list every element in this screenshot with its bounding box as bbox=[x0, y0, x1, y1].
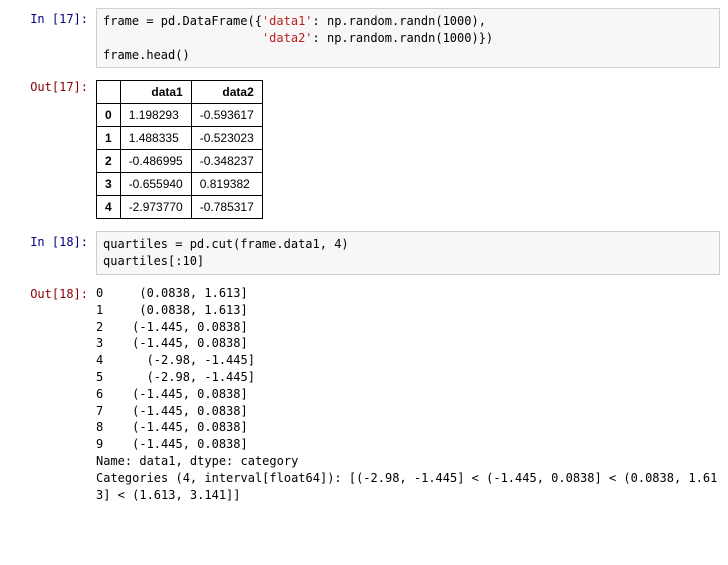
code-content-18: quartiles = pd.cut(frame.data1, 4) quart… bbox=[96, 231, 720, 275]
table-header: data1 bbox=[120, 81, 191, 104]
string-literal: 'data1' bbox=[262, 14, 313, 28]
cell-data1: -2.973770 bbox=[120, 196, 191, 219]
row-index: 0 bbox=[97, 104, 121, 127]
code-text: quartiles[:10] bbox=[103, 254, 204, 268]
cell-data2: 0.819382 bbox=[191, 173, 262, 196]
output-content-18: 0 (0.0838, 1.613] 1 (0.0838, 1.613] 2 (-… bbox=[96, 283, 720, 505]
code-text: : np.random.randn(1000), bbox=[313, 14, 486, 28]
table-row: 3 -0.655940 0.819382 bbox=[97, 173, 263, 196]
cell-data1: 1.488335 bbox=[120, 127, 191, 150]
code-input-17[interactable]: frame = pd.DataFrame({'data1': np.random… bbox=[96, 8, 720, 68]
table-header: data2 bbox=[191, 81, 262, 104]
code-content-17: frame = pd.DataFrame({'data1': np.random… bbox=[96, 8, 720, 68]
code-text: : np.random.randn(1000)}) bbox=[313, 31, 494, 45]
code-text: frame = pd.DataFrame({ bbox=[103, 14, 262, 28]
code-text: frame.head() bbox=[103, 48, 190, 62]
string-literal: 'data2' bbox=[262, 31, 313, 45]
row-index: 1 bbox=[97, 127, 121, 150]
table-header bbox=[97, 81, 121, 104]
table-row: 2 -0.486995 -0.348237 bbox=[97, 150, 263, 173]
row-index: 2 bbox=[97, 150, 121, 173]
dataframe-table: data1 data2 0 1.198293 -0.593617 1 1.488… bbox=[96, 80, 263, 219]
table-header-row: data1 data2 bbox=[97, 81, 263, 104]
cell-data1: 1.198293 bbox=[120, 104, 191, 127]
prompt-out-17: Out[17]: bbox=[8, 76, 96, 94]
cell-in-18: In [18]: quartiles = pd.cut(frame.data1,… bbox=[8, 231, 720, 275]
prompt-in-18: In [18]: bbox=[8, 231, 96, 249]
row-index: 3 bbox=[97, 173, 121, 196]
cell-data1: -0.655940 bbox=[120, 173, 191, 196]
cell-data2: -0.523023 bbox=[191, 127, 262, 150]
output-text-18: 0 (0.0838, 1.613] 1 (0.0838, 1.613] 2 (-… bbox=[96, 283, 720, 505]
cell-out-18: Out[18]: 0 (0.0838, 1.613] 1 (0.0838, 1.… bbox=[8, 283, 720, 505]
cell-out-17: Out[17]: data1 data2 0 1.198293 -0.59361… bbox=[8, 76, 720, 223]
cell-data2: -0.348237 bbox=[191, 150, 262, 173]
code-input-18[interactable]: quartiles = pd.cut(frame.data1, 4) quart… bbox=[96, 231, 720, 275]
code-text bbox=[103, 31, 262, 45]
code-text: quartiles = pd.cut(frame.data1, 4) bbox=[103, 237, 349, 251]
prompt-in-17: In [17]: bbox=[8, 8, 96, 26]
prompt-out-18: Out[18]: bbox=[8, 283, 96, 301]
cell-data1: -0.486995 bbox=[120, 150, 191, 173]
row-index: 4 bbox=[97, 196, 121, 219]
cell-data2: -0.593617 bbox=[191, 104, 262, 127]
cell-in-17: In [17]: frame = pd.DataFrame({'data1': … bbox=[8, 8, 720, 68]
table-row: 1 1.488335 -0.523023 bbox=[97, 127, 263, 150]
table-row: 0 1.198293 -0.593617 bbox=[97, 104, 263, 127]
table-row: 4 -2.973770 -0.785317 bbox=[97, 196, 263, 219]
output-content-17: data1 data2 0 1.198293 -0.593617 1 1.488… bbox=[96, 76, 720, 223]
cell-data2: -0.785317 bbox=[191, 196, 262, 219]
